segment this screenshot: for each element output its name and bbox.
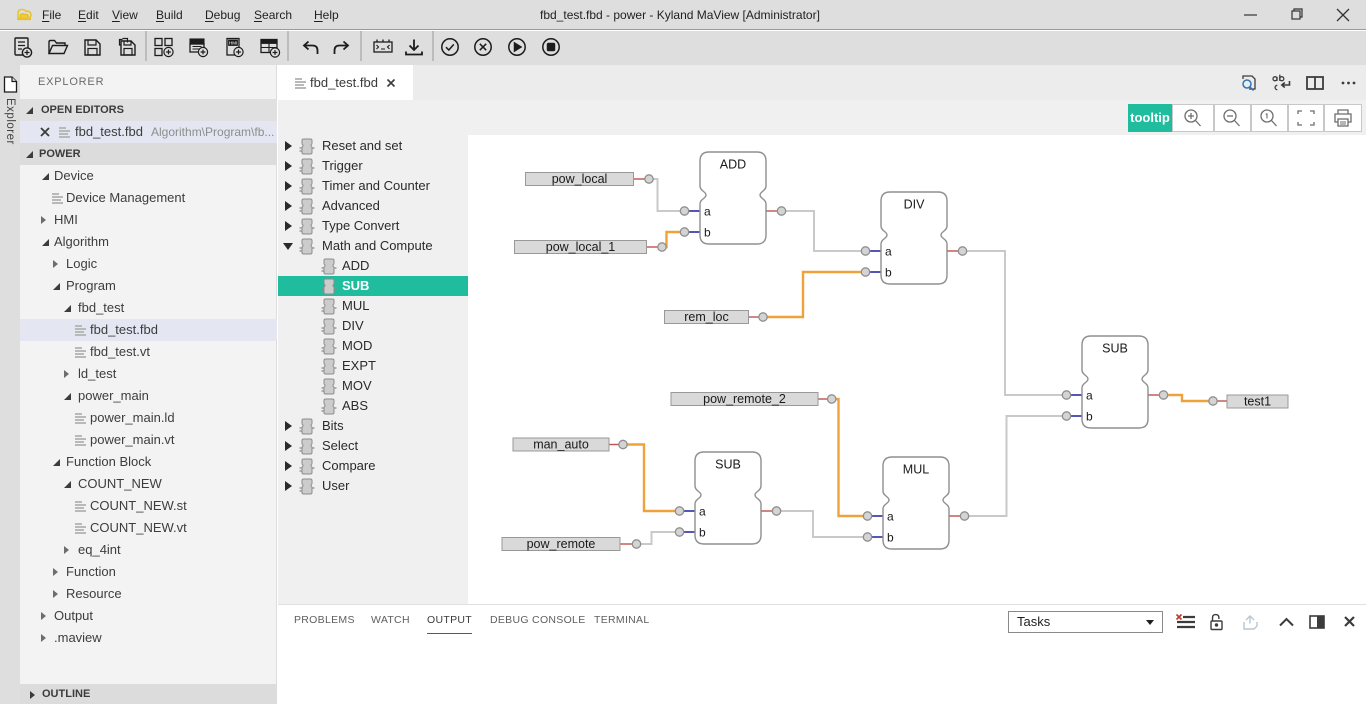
svg-text:ADD: ADD	[720, 158, 746, 172]
svg-text:pow_local_1: pow_local_1	[546, 240, 616, 254]
svg-text:man_auto: man_auto	[533, 438, 589, 452]
svg-text:a: a	[704, 205, 711, 219]
svg-text:test1: test1	[1244, 395, 1271, 409]
svg-text:SUB: SUB	[715, 458, 741, 472]
svg-text:a: a	[887, 510, 894, 524]
svg-text:pow_local: pow_local	[552, 172, 608, 186]
svg-text:MUL: MUL	[903, 463, 929, 477]
svg-text:b: b	[699, 526, 706, 540]
svg-text:b: b	[887, 531, 894, 545]
svg-text:pow_remote_2: pow_remote_2	[703, 392, 786, 406]
svg-text:a: a	[699, 505, 706, 519]
svg-text:SUB: SUB	[1102, 342, 1128, 356]
svg-text:DIV: DIV	[904, 198, 926, 212]
svg-text:a: a	[1086, 389, 1093, 403]
svg-text:a: a	[885, 245, 892, 259]
svg-text:rem_loc: rem_loc	[684, 310, 728, 324]
svg-text:b: b	[1086, 410, 1093, 424]
svg-text:b: b	[704, 226, 711, 240]
svg-text:pow_remote: pow_remote	[527, 537, 596, 551]
svg-text:HMI: HMI	[229, 41, 237, 46]
svg-text:b: b	[885, 266, 892, 280]
